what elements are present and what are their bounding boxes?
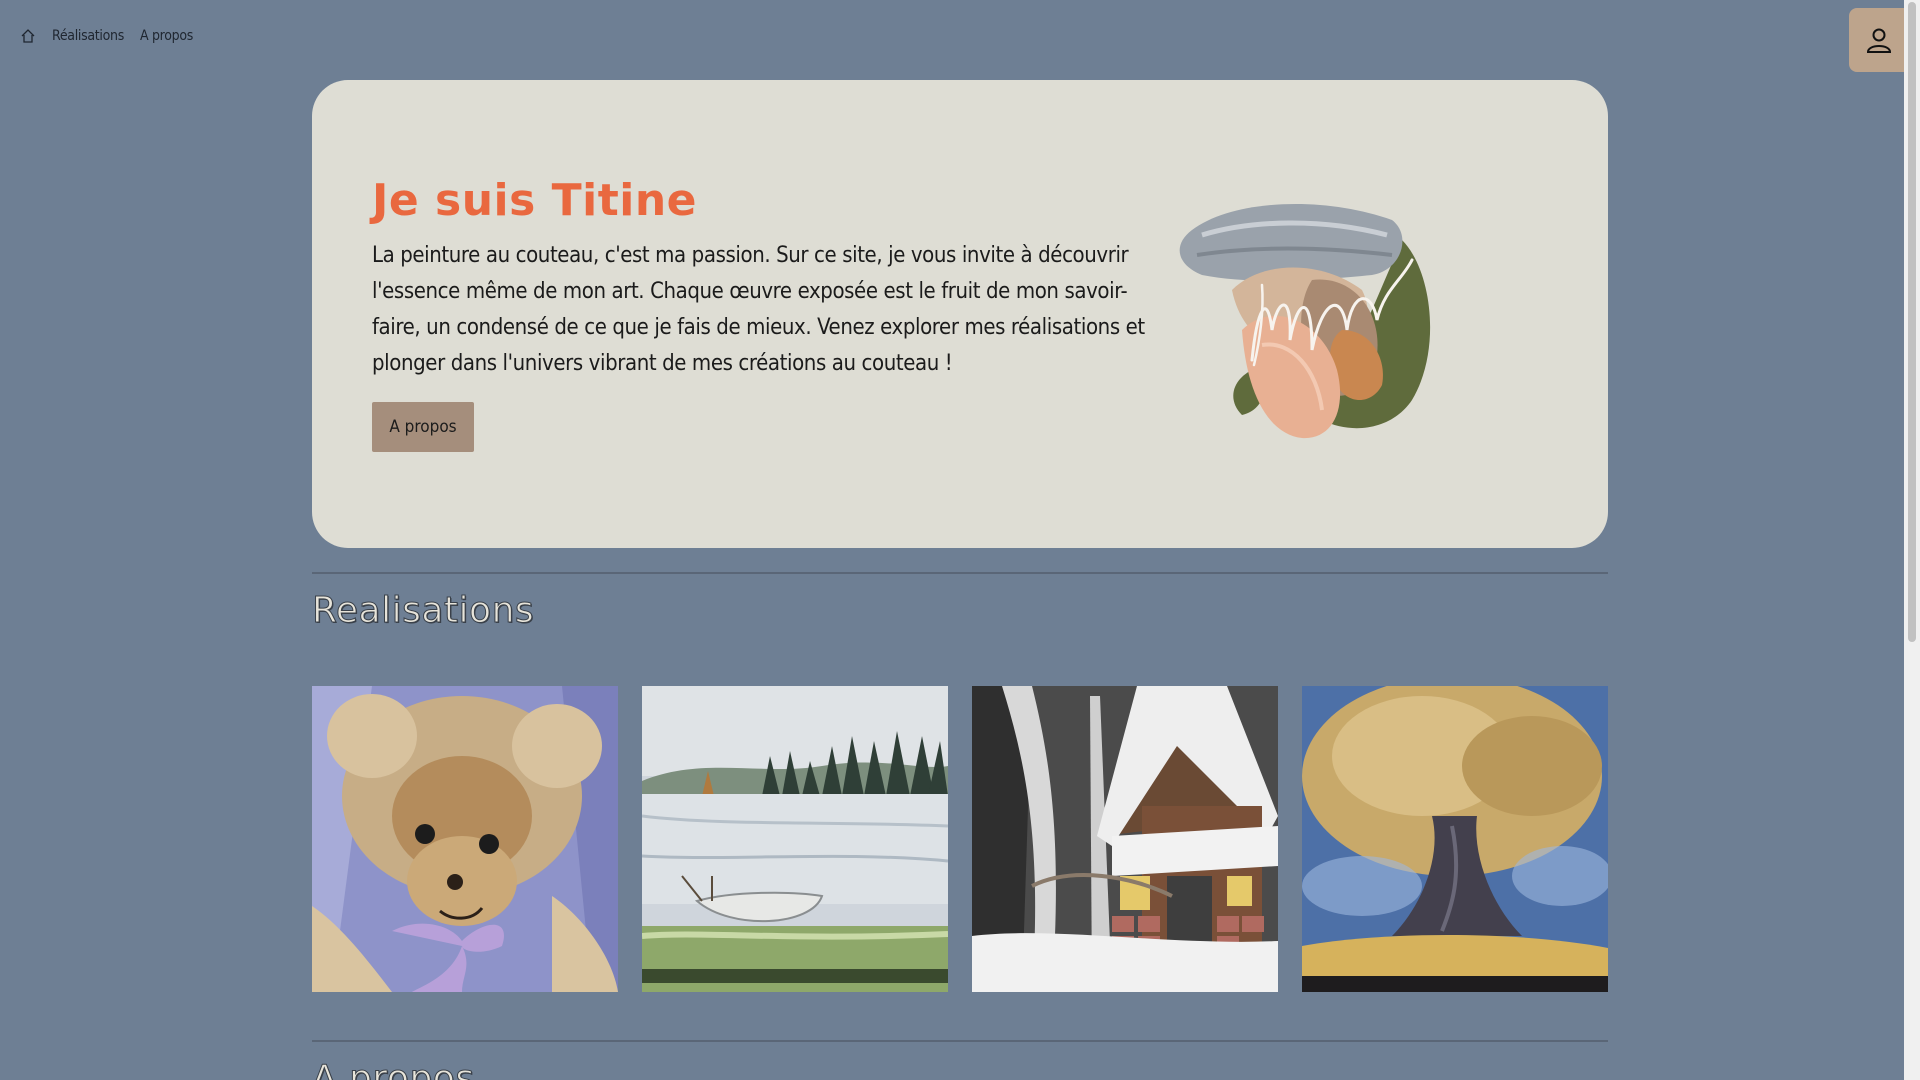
- scrollbar-thumb[interactable]: [1908, 2, 1916, 642]
- section-divider: [312, 1040, 1608, 1042]
- gallery-item-teddy-bear[interactable]: [312, 686, 618, 992]
- brand-logo: [1179, 203, 1431, 439]
- top-nav: Réalisations A propos: [20, 28, 193, 44]
- user-button[interactable]: [1849, 8, 1909, 72]
- apropos-title: A propos: [312, 1058, 475, 1080]
- nav-link-apropos[interactable]: A propos: [140, 28, 193, 44]
- gallery: [312, 686, 1608, 992]
- user-icon: [1866, 28, 1892, 53]
- gallery-item-golden-tree[interactable]: [1302, 686, 1608, 992]
- apropos-button[interactable]: A propos: [372, 402, 474, 452]
- gallery-item-lake-boat[interactable]: [642, 686, 948, 992]
- page: Réalisations A propos Je suis Titine La …: [0, 0, 1920, 1080]
- hero-card: Je suis Titine La peinture au couteau, c…: [312, 80, 1608, 548]
- nav-link-realisations[interactable]: Réalisations: [52, 28, 124, 44]
- section-divider: [312, 572, 1608, 574]
- hero-description: La peinture au couteau, c'est ma passion…: [372, 243, 1145, 376]
- realisations-title: Realisations: [311, 590, 535, 632]
- hero-title: Je suis Titine: [372, 175, 698, 226]
- home-icon[interactable]: [20, 28, 36, 44]
- scrollbar[interactable]: [1904, 0, 1920, 1080]
- gallery-item-snowy-cabin[interactable]: [972, 686, 1278, 992]
